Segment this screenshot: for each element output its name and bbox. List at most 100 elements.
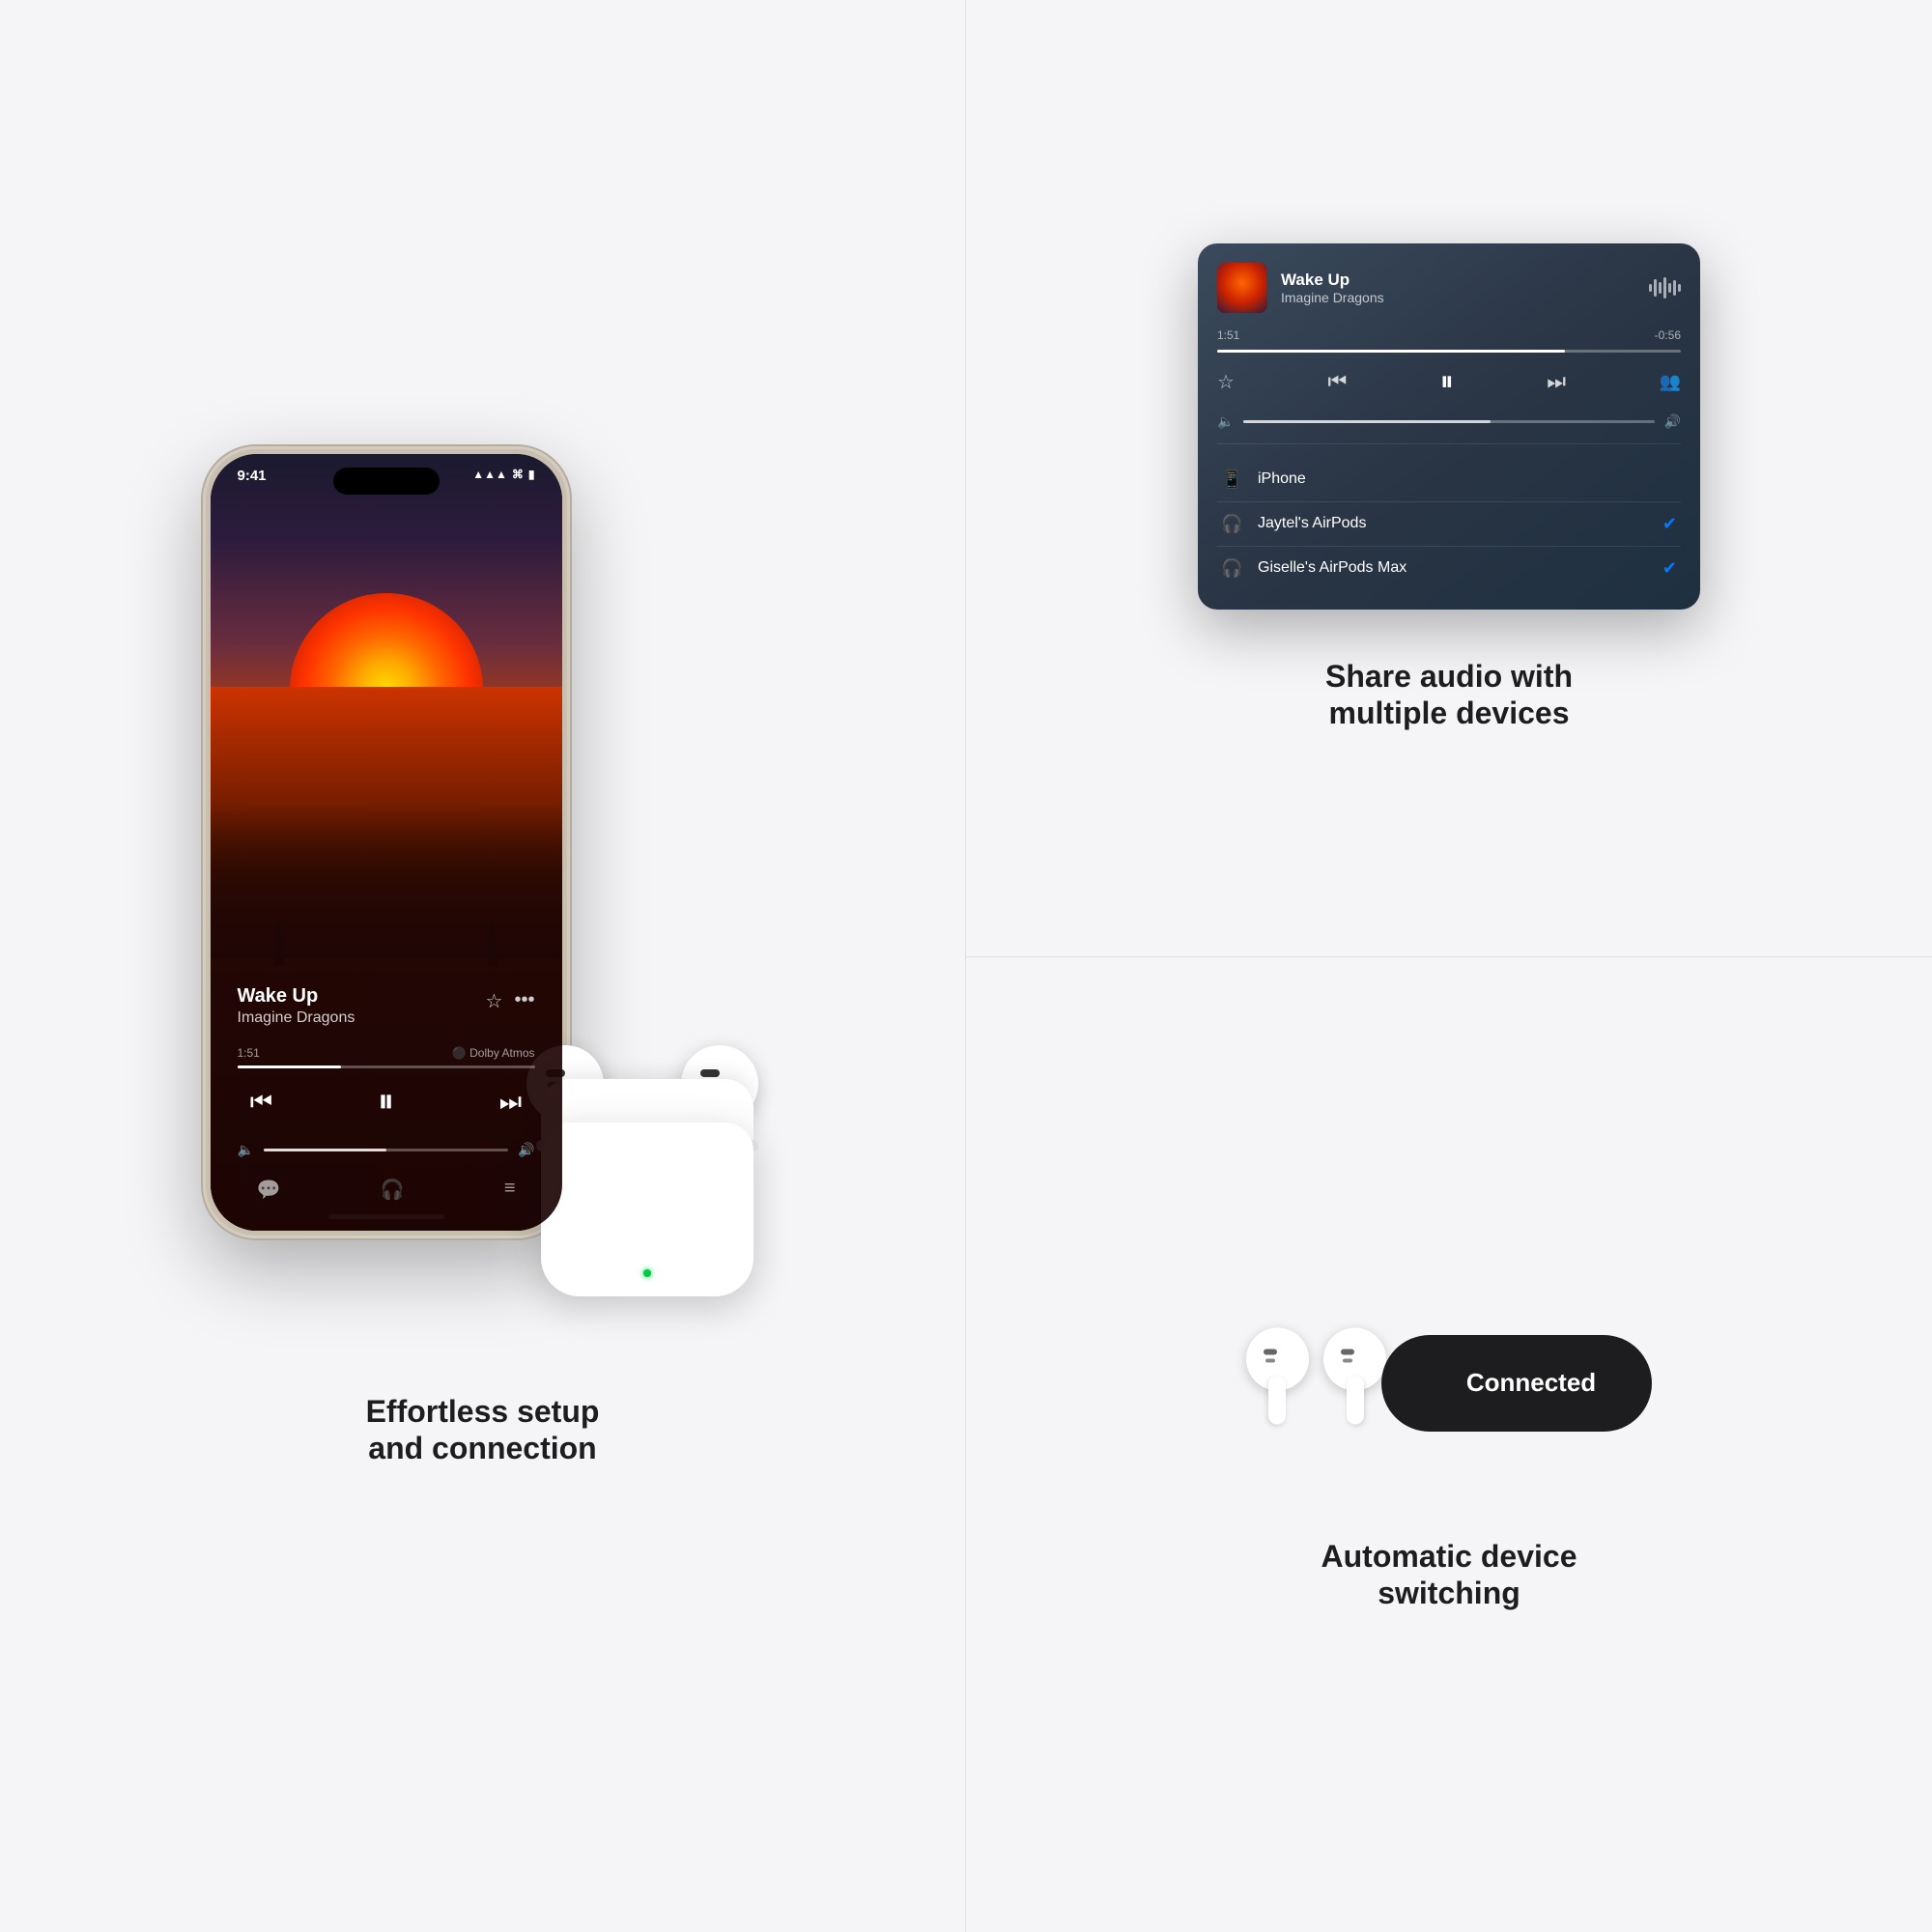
- card-volume-row: 🔈 🔊: [1217, 413, 1681, 430]
- auto-switch-caption: Automatic device switching: [1321, 1538, 1577, 1612]
- card-star-button[interactable]: ☆: [1217, 370, 1235, 394]
- iphone-device: 9:41 ▲▲▲ ⌘ ▮ Wake Up Imagine Dragons: [203, 446, 570, 1238]
- forward-button[interactable]: ⏭: [487, 1078, 535, 1126]
- wave-bar-2: [1654, 279, 1657, 297]
- connected-pill: Connected: [1381, 1335, 1652, 1432]
- time-elapsed: 1:51: [238, 1046, 260, 1060]
- music-share-card: Wake Up Imagine Dragons 1:51: [1198, 243, 1700, 610]
- main-grid: 9:41 ▲▲▲ ⌘ ▮ Wake Up Imagine Dragons: [0, 0, 1932, 1932]
- phone-artist: Imagine Dragons: [238, 1009, 355, 1027]
- device-airpodsmax-name: Giselle's AirPods Max: [1258, 559, 1662, 577]
- device-airpods1-name: Jaytel's AirPods: [1258, 515, 1662, 532]
- favorite-icon[interactable]: ☆: [486, 989, 503, 1013]
- connected-airpods: [1246, 1327, 1386, 1438]
- wifi-icon: ⌘: [512, 468, 524, 481]
- wave-bar-3: [1659, 282, 1662, 294]
- bud-detail-right: [700, 1069, 720, 1077]
- progress-bar-container: 1:51 ⚫ Dolby Atmos: [238, 1046, 535, 1068]
- phone-controls-row: ⏮ ⏸ ⏭: [238, 1078, 535, 1126]
- right-panel: Wake Up Imagine Dragons 1:51: [966, 0, 1932, 1932]
- card-volume-bar[interactable]: [1243, 420, 1654, 423]
- auto-switch-line2: switching: [1321, 1575, 1577, 1611]
- card-vol-low-icon: 🔈: [1217, 413, 1234, 430]
- connected-ap-right-stem: [1347, 1376, 1364, 1424]
- card-controls: ☆ ⏮ ⏸ ⏭ 👥: [1217, 366, 1681, 398]
- card-waveform: [1649, 277, 1681, 298]
- card-divider: [1217, 443, 1681, 444]
- case-led: [643, 1269, 651, 1277]
- card-vol-fill: [1243, 420, 1490, 423]
- card-rewind-button[interactable]: ⏮: [1327, 369, 1347, 394]
- iphone-screen: 9:41 ▲▲▲ ⌘ ▮ Wake Up Imagine Dragons: [211, 454, 562, 1231]
- more-icon[interactable]: •••: [514, 989, 534, 1013]
- wave-bar-6: [1673, 280, 1676, 296]
- share-caption-line1: Share audio with: [1325, 658, 1573, 695]
- phone-airpods-scene: 9:41 ▲▲▲ ⌘ ▮ Wake Up Imagine Dragons: [184, 446, 782, 1316]
- chat-tab-icon[interactable]: 💬: [257, 1178, 281, 1202]
- status-time: 9:41: [238, 468, 473, 484]
- progress-bar-bg[interactable]: [238, 1065, 535, 1068]
- device-airpods-1[interactable]: 🎧 Jaytel's AirPods ✔: [1217, 502, 1681, 547]
- volume-high-icon: 🔊: [518, 1142, 534, 1158]
- device-airpods1-icon: 🎧: [1221, 514, 1244, 534]
- connected-ap-left-stem: [1268, 1376, 1286, 1424]
- connected-label: Connected: [1437, 1368, 1596, 1398]
- wave-bar-7: [1678, 284, 1681, 292]
- bud-dot2-right: [1343, 1358, 1352, 1362]
- progress-info: 1:51 ⚫ Dolby Atmos: [238, 1046, 535, 1060]
- music-ui: Wake Up Imagine Dragons ☆ ••• 1:51: [211, 803, 562, 1230]
- wave-bar-4: [1663, 277, 1666, 298]
- bud-dot-right: [1341, 1349, 1354, 1354]
- signal-icon: ▲▲▲: [472, 468, 507, 481]
- volume-row: 🔈 🔊: [238, 1142, 535, 1158]
- share-caption-line2: multiple devices: [1325, 695, 1573, 731]
- progress-bar-fill: [238, 1065, 342, 1068]
- battery-icon: ▮: [528, 468, 535, 481]
- case-body: [541, 1122, 753, 1296]
- auto-switch-line1: Automatic device: [1321, 1538, 1577, 1575]
- card-header: Wake Up Imagine Dragons: [1217, 263, 1681, 313]
- connected-ap-right: [1323, 1327, 1386, 1438]
- right-bottom-section: Connected Automatic device switching: [966, 957, 1932, 1932]
- card-progress-bar[interactable]: [1217, 350, 1681, 353]
- card-song-artist: Imagine Dragons: [1281, 290, 1635, 305]
- card-time-row: 1:51 -0:56: [1217, 328, 1681, 342]
- share-audio-caption: Share audio with multiple devices: [1325, 658, 1573, 732]
- left-panel: 9:41 ▲▲▲ ⌘ ▮ Wake Up Imagine Dragons: [0, 0, 966, 1932]
- left-caption-line1: Effortless setup: [366, 1393, 600, 1430]
- card-pause-button[interactable]: ⏸: [1440, 366, 1454, 398]
- connected-scene: Connected: [1246, 1277, 1652, 1490]
- headphones-tab-icon[interactable]: 🎧: [381, 1178, 405, 1202]
- wave-bar-5: [1668, 283, 1671, 293]
- card-album-art: [1217, 263, 1267, 313]
- rewind-button[interactable]: ⏮: [238, 1078, 286, 1126]
- device-airpodsmax-icon: 🎧: [1221, 558, 1244, 579]
- dolby-badge: ⚫ Dolby Atmos: [452, 1046, 535, 1060]
- card-song-title: Wake Up: [1281, 270, 1635, 290]
- connected-ap-left: [1246, 1327, 1314, 1438]
- card-share-button[interactable]: 👥: [1660, 372, 1681, 392]
- device-iphone-name: iPhone: [1258, 470, 1677, 488]
- queue-tab-icon[interactable]: ≡: [504, 1178, 516, 1202]
- card-forward-button[interactable]: ⏭: [1547, 369, 1566, 394]
- volume-low-icon: 🔈: [238, 1142, 254, 1158]
- left-caption-line2: and connection: [366, 1430, 600, 1466]
- status-icons: ▲▲▲ ⌘ ▮: [472, 468, 534, 481]
- status-bar: 9:41 ▲▲▲ ⌘ ▮: [211, 454, 562, 507]
- phone-song-title: Wake Up: [238, 985, 355, 1008]
- bottom-tabs: 💬 🎧 ≡: [238, 1178, 535, 1202]
- card-song-info: Wake Up Imagine Dragons: [1281, 270, 1635, 305]
- bud-dot2-left: [1265, 1358, 1275, 1362]
- left-caption: Effortless setup and connection: [366, 1393, 600, 1467]
- card-vol-high-icon: 🔊: [1664, 413, 1681, 430]
- device-airpods-max[interactable]: 🎧 Giselle's AirPods Max ✔: [1217, 547, 1681, 590]
- wave-bar-1: [1649, 284, 1652, 292]
- card-time-remaining: -0:56: [1655, 328, 1681, 342]
- card-progress-fill: [1217, 350, 1565, 353]
- device-iphone-icon: 📱: [1221, 469, 1244, 490]
- pause-button[interactable]: ⏸: [362, 1078, 411, 1126]
- device-airpodsmax-check: ✔: [1662, 558, 1677, 579]
- volume-bar-fill: [264, 1149, 386, 1151]
- volume-bar[interactable]: [264, 1149, 508, 1151]
- device-iphone[interactable]: 📱 iPhone: [1217, 458, 1681, 502]
